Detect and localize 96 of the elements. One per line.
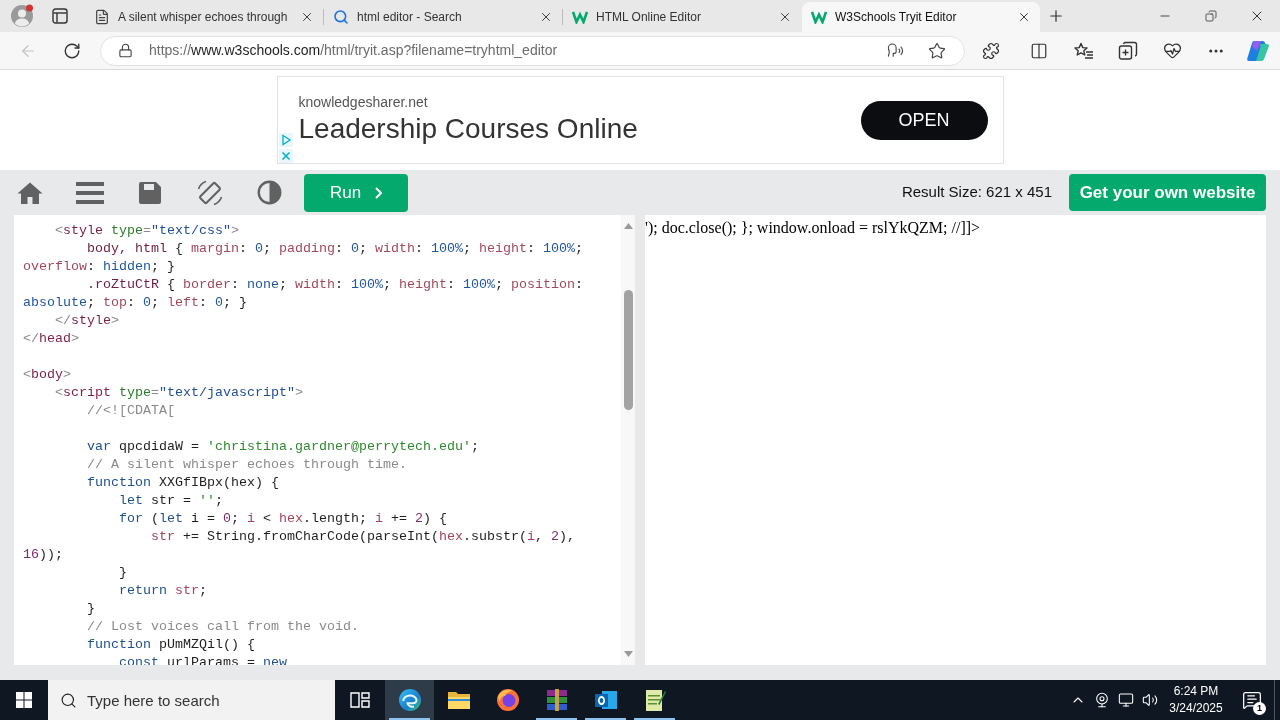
ad-close-icon[interactable]: [278, 149, 293, 163]
ad-headline: Leadership Courses Online: [298, 112, 638, 146]
browser-tab[interactable]: html editor - Search: [324, 2, 562, 32]
running-indicator: [536, 718, 577, 720]
url-text: https://www.w3schools.com/html/tryit.asp?filename=tryhtml_editor: [149, 41, 558, 60]
lock-icon: [118, 43, 133, 58]
scroll-down-icon[interactable]: [623, 651, 633, 657]
rotate-button[interactable]: [196, 178, 224, 207]
browser-tab[interactable]: W3Schools Tryit Editor: [802, 2, 1040, 32]
folder-icon: [446, 690, 471, 710]
save-icon: [138, 180, 162, 205]
clock-date[interactable]: 3/24/2025: [1169, 700, 1223, 717]
code-line: function pUmMZQil() {: [87, 636, 255, 654]
ad-domain: knowledgesharer.net: [298, 93, 429, 111]
ad-banner[interactable]: knowledgesharer.net Leadership Courses Online OPEN: [276, 76, 1004, 164]
camera-icon[interactable]: [1094, 692, 1110, 708]
scrollbar-thumb[interactable]: [623, 290, 633, 410]
heart-pulse-icon[interactable]: [1162, 41, 1182, 60]
code-line: <style type="text/css">: [55, 222, 239, 240]
archive-books-icon: [544, 688, 569, 712]
browser-tab[interactable]: A silent whisper echoes through: [85, 2, 323, 32]
colorful-swirl-icon[interactable]: [1246, 39, 1270, 62]
windows-logo-icon: [16, 692, 32, 708]
result-size-label: Result Size: 621 x 451: [901, 182, 1052, 203]
running-indicator: [585, 718, 626, 720]
result-text: '); doc.close(); }; window.onload = rslYkQZM; //]]>: [645, 219, 981, 236]
menu-icon: [76, 181, 104, 204]
save-button[interactable]: [138, 180, 162, 205]
tab-actions-icon[interactable]: [52, 8, 68, 24]
scroll-up-icon[interactable]: [623, 223, 633, 229]
code-line: //<![CDATA[: [87, 402, 175, 420]
taskbar-search-field[interactable]: Type here to search: [48, 680, 335, 720]
code-line: str += String.fromCharCode(parseInt(hex.substr(i, 2),: [151, 528, 575, 546]
scrollbar[interactable]: [621, 215, 635, 665]
contrast-button[interactable]: [257, 180, 282, 205]
taskbar-app-button[interactable]: [385, 680, 434, 720]
code-line: // A silent whisper echoes through time.: [87, 456, 407, 474]
code-line: body, html { margin: 0; padding: 0; width: 100%; height: 100%;: [87, 240, 583, 258]
fox-globe-icon: [495, 688, 520, 712]
extensions-icon[interactable]: [982, 41, 1000, 60]
home-icon: [17, 180, 43, 205]
contrast-icon: [257, 180, 282, 205]
favorites-icon[interactable]: [1074, 41, 1094, 60]
new-tab-icon[interactable]: [1047, 7, 1065, 25]
adchoices-icon[interactable]: [278, 133, 293, 147]
running-indicator: [389, 718, 430, 720]
page-icon: [94, 9, 110, 25]
network-monitor-icon[interactable]: [1118, 692, 1134, 708]
close-icon[interactable]: [300, 10, 314, 24]
code-line: var qpcdidaW = 'christina.gardner@perrytech.edu';: [87, 438, 479, 456]
search-icon: [60, 692, 77, 709]
close-icon[interactable]: [778, 10, 792, 24]
code-line: let str = '';: [119, 492, 223, 510]
chevron-right-icon: [375, 186, 383, 199]
code-line: function XXGfIBpx(hex) {: [87, 474, 279, 492]
code-editor[interactable]: [14, 215, 635, 665]
read-aloud-icon[interactable]: [887, 42, 904, 59]
code-line: }: [87, 600, 95, 618]
task-view-icon: [350, 692, 370, 708]
code-line: for (let i = 0; i < hex.length; i += 2) {: [119, 510, 447, 528]
code-line: <body>: [23, 366, 71, 384]
restore-icon[interactable]: [1205, 10, 1217, 22]
code-line: }: [119, 564, 127, 582]
notifications-icon[interactable]: [1242, 690, 1262, 710]
favorite-star-icon[interactable]: [928, 41, 946, 60]
browser-tab[interactable]: HTML Online Editor: [563, 2, 801, 32]
running-indicator: [634, 718, 675, 720]
zigzag-logo-icon: [811, 10, 827, 24]
close-icon[interactable]: [539, 10, 553, 24]
code-line: </style>: [55, 312, 119, 330]
code-line: return str;: [119, 582, 207, 600]
collections-icon[interactable]: [1118, 40, 1138, 61]
search-icon: [333, 9, 349, 25]
volume-icon[interactable]: [1142, 692, 1158, 708]
code-line: </head>: [23, 330, 79, 348]
mail-app-icon: [593, 689, 618, 711]
browser-swirl-icon: [397, 688, 422, 712]
close-icon[interactable]: [1017, 10, 1031, 24]
ad-open-button[interactable]: OPEN: [860, 100, 988, 140]
clock-time[interactable]: 6:24 PM: [1173, 683, 1219, 700]
split-screen-icon[interactable]: [1030, 41, 1048, 60]
notepad-icon: [643, 688, 666, 712]
address-field[interactable]: https://www.w3schools.com/html/tryit.asp?filename=tryhtml_editor: [100, 35, 965, 66]
zigzag-logo-icon: [572, 10, 588, 24]
code-line: absolute; top: 0; left: 0; }: [23, 294, 247, 312]
code-line: <script type="text/javascript">: [55, 384, 303, 402]
notification-count: 1: [1253, 702, 1266, 715]
profile-avatar-icon[interactable]: [10, 4, 34, 28]
code-line: overflow: hidden; }: [23, 258, 175, 276]
code-line: .roZtuCtR { border: none; width: 100%; height: 100%; position:: [87, 276, 583, 294]
code-line: 16));: [23, 546, 63, 564]
rotate-device-icon: [196, 178, 224, 207]
code-line: // Lost voices call from the void.: [87, 618, 359, 636]
menu-button[interactable]: [76, 181, 104, 204]
refresh-icon: [63, 41, 81, 60]
home-button[interactable]: [17, 180, 43, 205]
